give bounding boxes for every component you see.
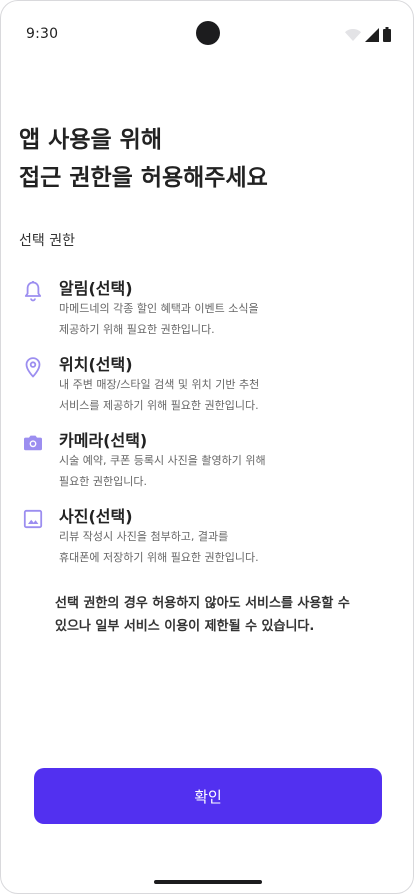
home-indicator: [154, 880, 262, 884]
title-line: 앱 사용을 위해: [19, 127, 162, 153]
status-icons: [345, 27, 391, 42]
permission-item-photo: 사진(선택) 리뷰 작성시 사진을 첨부하고, 결과를 휴대폰에 저장하기 위해…: [19, 501, 399, 577]
phone-frame: 9:30 앱 사용을 위해 접근 권한을 허용해주세요 선택 권한 알림(선택)…: [0, 0, 414, 894]
description-line: 서비스를 제공하기 위해 필요한 권한입니다.: [59, 399, 259, 412]
description-line: 필요한 권한입니다.: [59, 475, 147, 488]
bell-icon: [21, 279, 45, 303]
permission-title: 사진(선택): [59, 507, 133, 526]
description-line: 리뷰 작성시 사진을 첨부하고, 결과를: [59, 530, 229, 543]
image-icon: [21, 507, 45, 531]
permission-description: 시술 예약, 쿠폰 등록시 사진을 촬영하기 위해 필요한 권한입니다.: [59, 450, 359, 492]
permission-title: 카메라(선택): [59, 431, 148, 450]
status-bar: 9:30: [1, 1, 413, 65]
description-line: 제공하기 위해 필요한 권한입니다.: [59, 323, 215, 336]
description-line: 내 주변 매장/스타일 검색 및 위치 기반 추천: [59, 378, 260, 391]
status-time: 9:30: [26, 26, 59, 42]
permission-item-location: 위치(선택) 내 주변 매장/스타일 검색 및 위치 기반 추천 서비스를 제공…: [19, 349, 399, 425]
camera-cutout: [196, 21, 220, 45]
location-pin-icon: [21, 355, 45, 379]
permission-list: 알림(선택) 마메드네의 각종 할인 혜택과 이벤트 소식을 제공하기 위해 필…: [19, 273, 399, 577]
permission-title: 알림(선택): [59, 279, 133, 298]
notice-line: 선택 권한의 경우 허용하지 않아도 서비스를 사용할 수: [55, 596, 350, 611]
title-line: 접근 권한을 허용해주세요: [19, 165, 268, 191]
description-line: 마메드네의 각종 할인 혜택과 이벤트 소식을: [59, 302, 259, 315]
optional-permission-notice: 선택 권한의 경우 허용하지 않아도 서비스를 사용할 수 있으나 일부 서비스…: [55, 592, 350, 638]
description-line: 휴대폰에 저장하기 위해 필요한 권한입니다.: [59, 551, 259, 564]
description-line: 시술 예약, 쿠폰 등록시 사진을 촬영하기 위해: [59, 454, 266, 467]
permission-description: 마메드네의 각종 할인 혜택과 이벤트 소식을 제공하기 위해 필요한 권한입니…: [59, 298, 359, 340]
section-label: 선택 권한: [19, 233, 75, 249]
battery-icon: [383, 27, 391, 42]
notice-line: 있으나 일부 서비스 이용이 제한될 수 있습니다.: [55, 619, 315, 634]
permission-item-camera: 카메라(선택) 시술 예약, 쿠폰 등록시 사진을 촬영하기 위해 필요한 권한…: [19, 425, 399, 501]
wifi-icon: [345, 28, 361, 41]
permission-description: 리뷰 작성시 사진을 첨부하고, 결과를 휴대폰에 저장하기 위해 필요한 권한…: [59, 526, 359, 568]
signal-icon: [365, 27, 379, 42]
permission-description: 내 주변 매장/스타일 검색 및 위치 기반 추천 서비스를 제공하기 위해 필…: [59, 374, 359, 416]
page-title: 앱 사용을 위해 접근 권한을 허용해주세요: [19, 121, 268, 197]
permission-item-notification: 알림(선택) 마메드네의 각종 할인 혜택과 이벤트 소식을 제공하기 위해 필…: [19, 273, 399, 349]
camera-icon: [21, 431, 45, 455]
permission-title: 위치(선택): [59, 355, 133, 374]
confirm-button[interactable]: 확인: [34, 768, 382, 824]
